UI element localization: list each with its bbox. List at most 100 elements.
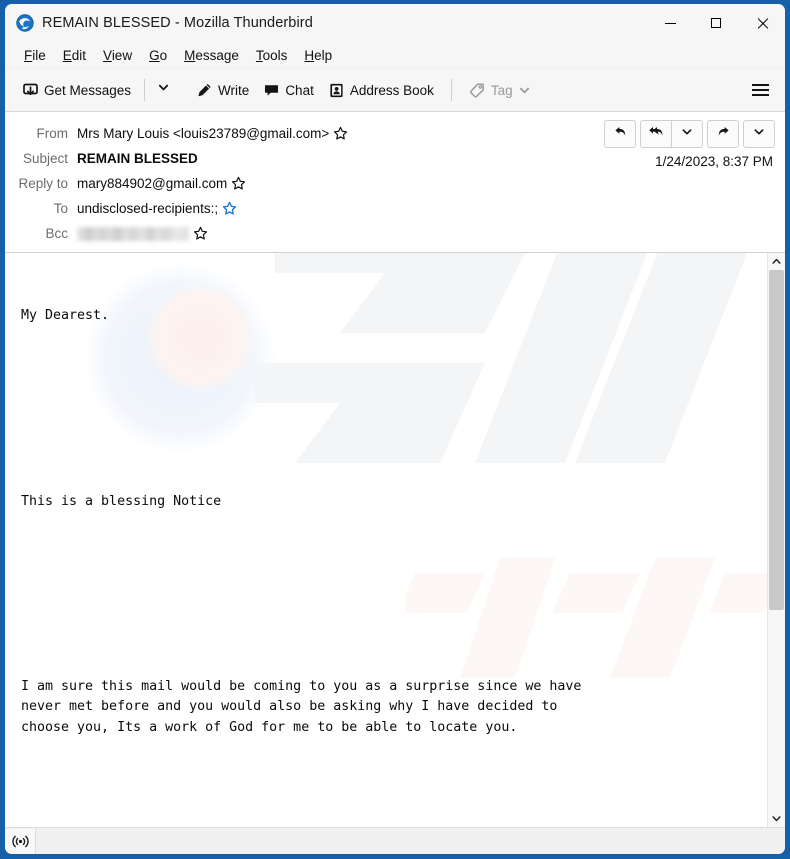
from-value[interactable]: Mrs Mary Louis <louis23789@gmail.com>: [77, 126, 329, 141]
write-label: Write: [218, 82, 250, 98]
star-outline-icon[interactable]: [193, 226, 208, 241]
window-controls: [647, 4, 785, 42]
chevron-down-icon: [753, 125, 765, 143]
tag-chevron-down-icon: [518, 84, 531, 97]
forward-button[interactable]: [707, 120, 739, 148]
tag-button[interactable]: Tag: [462, 77, 538, 104]
toolbar-divider-1: [144, 79, 146, 101]
toolbar-spacer-1: [182, 79, 183, 101]
scrollbar-track[interactable]: [768, 270, 785, 810]
reply-all-button[interactable]: [640, 120, 671, 148]
body-paragraph: I am sure this mail would be coming to y…: [21, 678, 582, 736]
message-body-text: My Dearest. This is a blessing Notice I …: [5, 253, 767, 827]
reply-all-arrow-icon: [648, 124, 664, 144]
broadcast-connection-icon: [11, 835, 29, 847]
address-book-label: Address Book: [349, 82, 434, 98]
menu-message[interactable]: Message: [176, 46, 248, 65]
message-header: From Mrs Mary Louis <louis23789@gmail.co…: [5, 112, 785, 253]
chat-button[interactable]: Chat: [256, 77, 321, 104]
app-menu-button[interactable]: [744, 78, 777, 102]
speech-bubble-icon: [263, 82, 280, 99]
inbox-download-icon: [22, 82, 39, 99]
body-paragraph: This is a blessing Notice: [21, 493, 222, 509]
get-messages-dropdown[interactable]: [151, 76, 176, 104]
more-menu-button[interactable]: [743, 120, 775, 148]
address-book-icon: [328, 82, 345, 99]
body-blank-line: [21, 430, 753, 451]
status-bar-empty-area: [35, 828, 785, 854]
message-action-buttons: [604, 120, 775, 148]
window-title: REMAIN BLESSED - Mozilla Thunderbird: [42, 15, 313, 31]
reply-arrow-icon: [613, 124, 628, 144]
menu-go[interactable]: Go: [141, 46, 176, 65]
to-value-group: undisclosed-recipients:;: [77, 201, 237, 216]
menu-help[interactable]: Help: [296, 46, 341, 65]
to-label: To: [53, 201, 68, 216]
star-outline-icon[interactable]: [333, 126, 348, 141]
connection-status-button[interactable]: [5, 828, 35, 854]
header-row-bcc: Bcc: [5, 221, 785, 246]
reply-to-label: Reply to: [18, 176, 68, 191]
main-toolbar: Get Messages Write Chat Address Book Tag: [5, 69, 785, 112]
message-body-pane: My Dearest. This is a blessing Notice I …: [5, 253, 785, 827]
bcc-redacted-value: [77, 226, 189, 241]
body-scrollbar[interactable]: [767, 253, 785, 827]
message-date: 1/24/2023, 8:37 PM: [655, 154, 773, 169]
window-frame: REMAIN BLESSED - Mozilla Thunderbird Fil…: [5, 4, 785, 854]
minimize-button[interactable]: [647, 4, 693, 42]
header-row-reply-to: Reply to mary884902@gmail.com: [5, 171, 785, 196]
tag-label: Tag: [490, 82, 513, 98]
address-book-button[interactable]: Address Book: [321, 77, 441, 104]
subject-label: Subject: [22, 151, 68, 166]
body-blank-line: [21, 368, 753, 389]
minimize-icon: [664, 22, 676, 24]
close-icon: [756, 17, 769, 30]
star-blue-icon[interactable]: [222, 201, 237, 216]
tag-icon: [469, 82, 486, 99]
star-outline-icon[interactable]: [231, 176, 246, 191]
hamburger-menu-icon: [752, 84, 769, 86]
close-button[interactable]: [739, 4, 785, 42]
message-body-scroll-area: My Dearest. This is a blessing Notice I …: [5, 253, 767, 827]
reply-to-value[interactable]: mary884902@gmail.com: [77, 176, 227, 191]
menu-tools[interactable]: Tools: [248, 46, 297, 65]
reply-all-group: [640, 120, 703, 148]
get-messages-button[interactable]: Get Messages: [15, 77, 138, 104]
chevron-down-icon: [157, 81, 170, 99]
reply-menu-button[interactable]: [671, 120, 703, 148]
reply-button[interactable]: [604, 120, 636, 148]
bcc-value-group: [77, 226, 208, 241]
status-bar: [5, 827, 785, 854]
scrollbar-down-button[interactable]: [768, 810, 785, 827]
menu-edit[interactable]: Edit: [55, 46, 95, 65]
chevron-up-icon: [772, 258, 781, 264]
body-blank-line: [21, 780, 753, 801]
chat-label: Chat: [285, 82, 314, 98]
pencil-icon: [196, 82, 213, 99]
chevron-down-icon: [772, 816, 781, 822]
maximize-button[interactable]: [693, 4, 739, 42]
from-value-group: Mrs Mary Louis <louis23789@gmail.com>: [77, 126, 348, 141]
subject-value: REMAIN BLESSED: [77, 151, 198, 166]
chevron-down-icon: [681, 125, 693, 143]
write-button[interactable]: Write: [189, 77, 256, 104]
bcc-label: Bcc: [45, 226, 68, 241]
header-row-to: To undisclosed-recipients:;: [5, 196, 785, 221]
body-blank-line: [21, 553, 753, 574]
to-value[interactable]: undisclosed-recipients:;: [77, 201, 218, 216]
thunderbird-window: REMAIN BLESSED - Mozilla Thunderbird Fil…: [0, 0, 790, 859]
title-bar: REMAIN BLESSED - Mozilla Thunderbird: [5, 4, 785, 42]
menu-file[interactable]: File: [16, 46, 55, 65]
forward-arrow-icon: [716, 124, 731, 144]
scrollbar-up-button[interactable]: [768, 253, 785, 270]
toolbar-divider-2: [450, 79, 452, 101]
get-messages-label: Get Messages: [44, 82, 132, 98]
body-paragraph: My Dearest.: [21, 308, 110, 324]
scrollbar-thumb[interactable]: [769, 270, 784, 611]
menu-bar: File Edit View Go Message Tools Help: [5, 42, 785, 69]
from-label: From: [36, 126, 69, 141]
thunderbird-icon: [16, 14, 34, 32]
body-blank-line: [21, 615, 753, 636]
reply-to-value-group: mary884902@gmail.com: [77, 176, 246, 191]
menu-view[interactable]: View: [95, 46, 141, 65]
